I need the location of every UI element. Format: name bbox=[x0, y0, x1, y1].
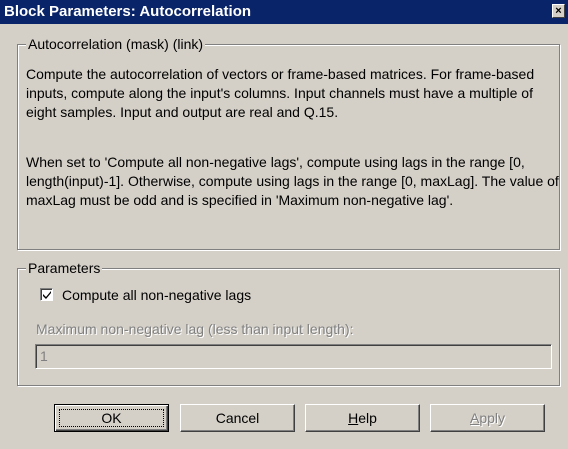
max-lag-label: Maximum non-negative lag (less than inpu… bbox=[36, 321, 354, 337]
cancel-button[interactable]: Cancel bbox=[180, 404, 295, 432]
parameters-group-legend: Parameters bbox=[26, 260, 103, 276]
apply-button[interactable]: Apply bbox=[430, 404, 545, 432]
close-icon[interactable]: × bbox=[552, 4, 565, 18]
max-lag-input[interactable]: 1 bbox=[35, 344, 552, 369]
ok-button[interactable]: OK bbox=[54, 404, 169, 432]
title-bar[interactable]: Block Parameters: Autocorrelation × bbox=[0, 0, 568, 24]
apply-button-label: Apply bbox=[470, 410, 505, 426]
apply-mnemonic: A bbox=[469, 410, 480, 426]
apply-label-rest: pply bbox=[479, 410, 506, 426]
window-title: Block Parameters: Autocorrelation bbox=[4, 3, 252, 20]
help-label-rest: elp bbox=[358, 410, 377, 426]
cancel-button-label: Cancel bbox=[215, 410, 260, 426]
mask-group-legend: Autocorrelation (mask) (link) bbox=[26, 36, 206, 52]
checkmark-icon bbox=[43, 291, 51, 299]
compute-all-lags-label[interactable]: Compute all non-negative lags bbox=[62, 286, 251, 304]
help-button[interactable]: Help bbox=[305, 404, 420, 432]
description-paragraph-2: When set to 'Compute all non-negative la… bbox=[26, 154, 559, 208]
ok-button-label: OK bbox=[101, 410, 122, 426]
help-mnemonic: H bbox=[348, 410, 359, 426]
help-button-label: Help bbox=[348, 410, 377, 426]
description-paragraph-1: Compute the autocorrelation of vectors o… bbox=[26, 66, 535, 120]
block-parameters-dialog: Block Parameters: Autocorrelation × Auto… bbox=[0, 0, 568, 449]
compute-all-lags-checkbox[interactable] bbox=[40, 288, 53, 301]
